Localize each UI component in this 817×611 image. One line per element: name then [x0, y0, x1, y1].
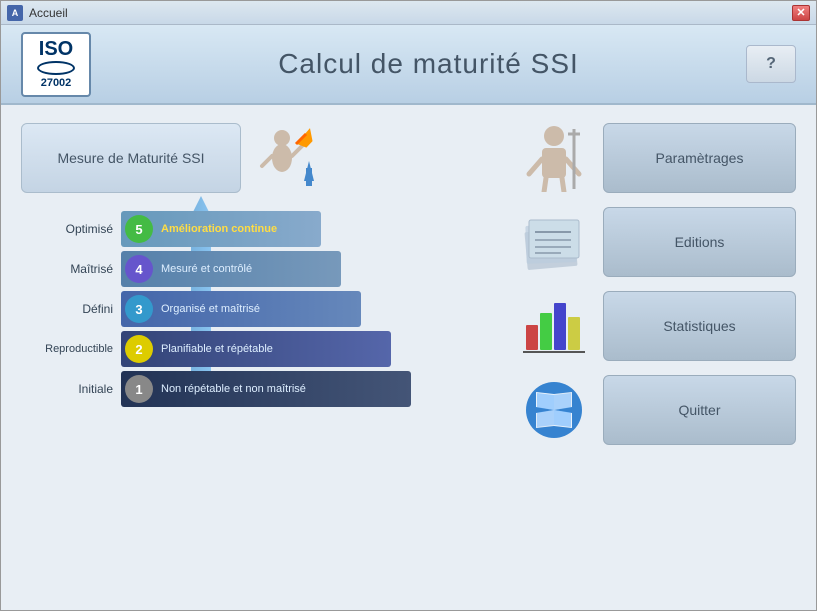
level-2-label: Reproductible [21, 343, 121, 355]
stacked-pages-icon [521, 210, 586, 275]
quitter-icon-box [516, 375, 591, 445]
titlebar: A Accueil ✕ [1, 1, 816, 25]
right-panel: Paramètrages Editions [516, 123, 796, 592]
parametrages-button[interactable]: Paramètrages [603, 123, 796, 193]
level-5-bar: 5 Amélioration continue [121, 211, 321, 247]
quitter-row: Quitter [516, 375, 796, 445]
level-4-text: Mesuré et contrôlé [161, 263, 252, 275]
level-3-label: Défini [21, 302, 121, 316]
person-tools-icon [251, 123, 321, 193]
left-top-row: Mesure de Maturité SSI [21, 123, 496, 193]
measure-button[interactable]: Mesure de Maturité SSI [21, 123, 241, 193]
left-panel: Mesure de Maturité SSI [21, 123, 496, 592]
level-3-text: Organisé et maîtrisé [161, 303, 260, 315]
iso-logo: ISO 27002 [21, 32, 91, 97]
windows-logo-icon [524, 380, 584, 440]
iso-circle [37, 61, 75, 75]
parametrages-row: Paramètrages [516, 123, 796, 193]
editions-button[interactable]: Editions [603, 207, 796, 277]
person-icon [524, 124, 584, 192]
pyramid-level-5: Optimisé 5 Amélioration continue [21, 211, 411, 247]
level-1-label: Initiale [21, 382, 121, 396]
header: ISO 27002 Calcul de maturité SSI ? [1, 25, 816, 105]
pyramid-level-3: Défini 3 Organisé et maîtrisé [21, 291, 411, 327]
level-5-circle: 5 [125, 215, 153, 243]
editions-icon-box [516, 207, 591, 277]
iso-number: 27002 [41, 77, 72, 89]
level-3-circle: 3 [125, 295, 153, 323]
bar-chart-icon [523, 295, 585, 357]
level-5-text: Amélioration continue [161, 223, 277, 235]
person-tools-svg [254, 126, 319, 191]
iso-text: ISO [39, 39, 73, 59]
quitter-button[interactable]: Quitter [603, 375, 796, 445]
close-button[interactable]: ✕ [792, 5, 810, 21]
level-2-bar: 2 Planifiable et répétable [121, 331, 391, 367]
pyramid-level-4: Maîtrisé 4 Mesuré et contrôlé [21, 251, 411, 287]
parametrages-icon-box [516, 123, 591, 193]
help-button[interactable]: ? [746, 45, 796, 83]
titlebar-text: Accueil [29, 6, 792, 20]
pyramid-area: Optimisé 5 Amélioration continue Maîtris… [21, 211, 496, 592]
level-2-text: Planifiable et répétable [161, 343, 273, 355]
level-4-bar: 4 Mesuré et contrôlé [121, 251, 341, 287]
level-4-circle: 4 [125, 255, 153, 283]
pyramid-level-1: Initiale 1 Non répétable et non maîtrisé [21, 371, 411, 407]
level-1-bar: 1 Non répétable et non maîtrisé [121, 371, 411, 407]
level-5-label: Optimisé [21, 222, 121, 236]
level-4-label: Maîtrisé [21, 262, 121, 276]
statistiques-button[interactable]: Statistiques [603, 291, 796, 361]
level-1-circle: 1 [125, 375, 153, 403]
main-content: Mesure de Maturité SSI [1, 105, 816, 610]
main-window: A Accueil ✕ ISO 27002 Calcul de maturité… [0, 0, 817, 611]
app-icon: A [7, 5, 23, 21]
page-title: Calcul de maturité SSI [111, 48, 746, 80]
editions-row: Editions [516, 207, 796, 277]
statistiques-icon-box [516, 291, 591, 361]
pyramid-level-2: Reproductible 2 Planifiable et répétable [21, 331, 411, 367]
level-3-bar: 3 Organisé et maîtrisé [121, 291, 361, 327]
level-2-circle: 2 [125, 335, 153, 363]
level-1-text: Non répétable et non maîtrisé [161, 383, 306, 395]
statistiques-row: Statistiques [516, 291, 796, 361]
